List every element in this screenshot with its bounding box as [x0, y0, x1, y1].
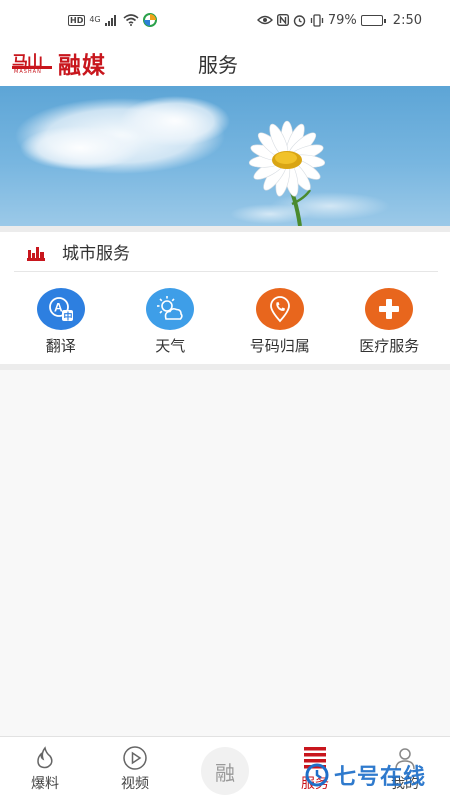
alarm-icon: [293, 14, 306, 27]
fire-icon: [32, 745, 58, 771]
medical-plus-icon: [365, 288, 414, 330]
phone-location-icon: [255, 288, 304, 330]
network-type: 4G: [89, 15, 101, 24]
service-translate[interactable]: A 中 翻译: [11, 288, 111, 356]
vibrate-icon: [310, 13, 324, 27]
eye-icon: [256, 15, 273, 25]
service-list-icon: [302, 745, 328, 771]
banner-image[interactable]: [0, 86, 450, 226]
city-services-section: 城市服务 A 中 翻译 天气 号码归属 医疗服务: [0, 232, 450, 364]
nav-label: 视频: [121, 776, 149, 792]
battery-percent: 79%: [327, 12, 357, 28]
bottom-navigation: 爆料 视频 融 服务 我的: [0, 736, 450, 800]
logo-brand: 融媒: [58, 52, 106, 79]
nav-item-mine[interactable]: 我的: [360, 737, 450, 800]
battery-icon: [360, 14, 386, 26]
service-grid: A 中 翻译 天气 号码归属 医疗服务: [0, 288, 450, 356]
nav-item-center[interactable]: 融: [180, 737, 270, 800]
app-notification-icon: [142, 13, 157, 27]
app-logo: 马山 MASHAN 融媒: [12, 48, 122, 79]
logo-sub: MASHAN: [14, 69, 42, 75]
wifi-icon: [123, 14, 139, 26]
nav-label: 爆料: [31, 776, 59, 792]
status-right: 79% 2:50: [256, 12, 422, 28]
nav-item-service[interactable]: 服务: [270, 737, 360, 800]
nav-item-video[interactable]: 视频: [90, 737, 180, 800]
service-weather[interactable]: 天气: [120, 288, 220, 356]
clock: 2:50: [392, 12, 422, 28]
service-label: 天气: [155, 337, 186, 355]
service-phone-location[interactable]: 号码归属: [230, 288, 330, 356]
weather-icon: [146, 288, 195, 330]
status-bar: HD 4G 79% 2:50: [0, 0, 450, 40]
service-label: 医疗服务: [359, 337, 420, 355]
section-title: 城市服务: [62, 244, 130, 264]
status-left: HD 4G: [68, 13, 157, 27]
nav-item-baoliao[interactable]: 爆料: [0, 737, 90, 800]
hd-badge: HD: [68, 14, 86, 26]
nfc-icon: [276, 14, 289, 26]
page-title: 服务: [198, 53, 238, 77]
service-label: 号码归属: [249, 337, 310, 355]
signal-icon: [104, 15, 116, 26]
app-header: 马山 MASHAN 融媒 服务: [0, 40, 450, 86]
city-skyline-icon: [27, 246, 45, 261]
play-icon: [122, 745, 148, 771]
user-icon: [392, 745, 418, 771]
nav-label: 服务: [301, 776, 329, 792]
svg-text:中: 中: [63, 311, 72, 323]
empty-content-area: [0, 370, 450, 736]
svg-text:A: A: [54, 301, 63, 315]
translate-icon: A 中: [36, 288, 85, 330]
daisy-sky-illustration: [15, 96, 390, 226]
service-label: 翻译: [45, 337, 76, 355]
rong-center-icon: 融: [201, 747, 249, 795]
service-medical[interactable]: 医疗服务: [339, 288, 439, 356]
section-header: 城市服务: [14, 232, 438, 272]
nav-label: 我的: [391, 776, 419, 792]
